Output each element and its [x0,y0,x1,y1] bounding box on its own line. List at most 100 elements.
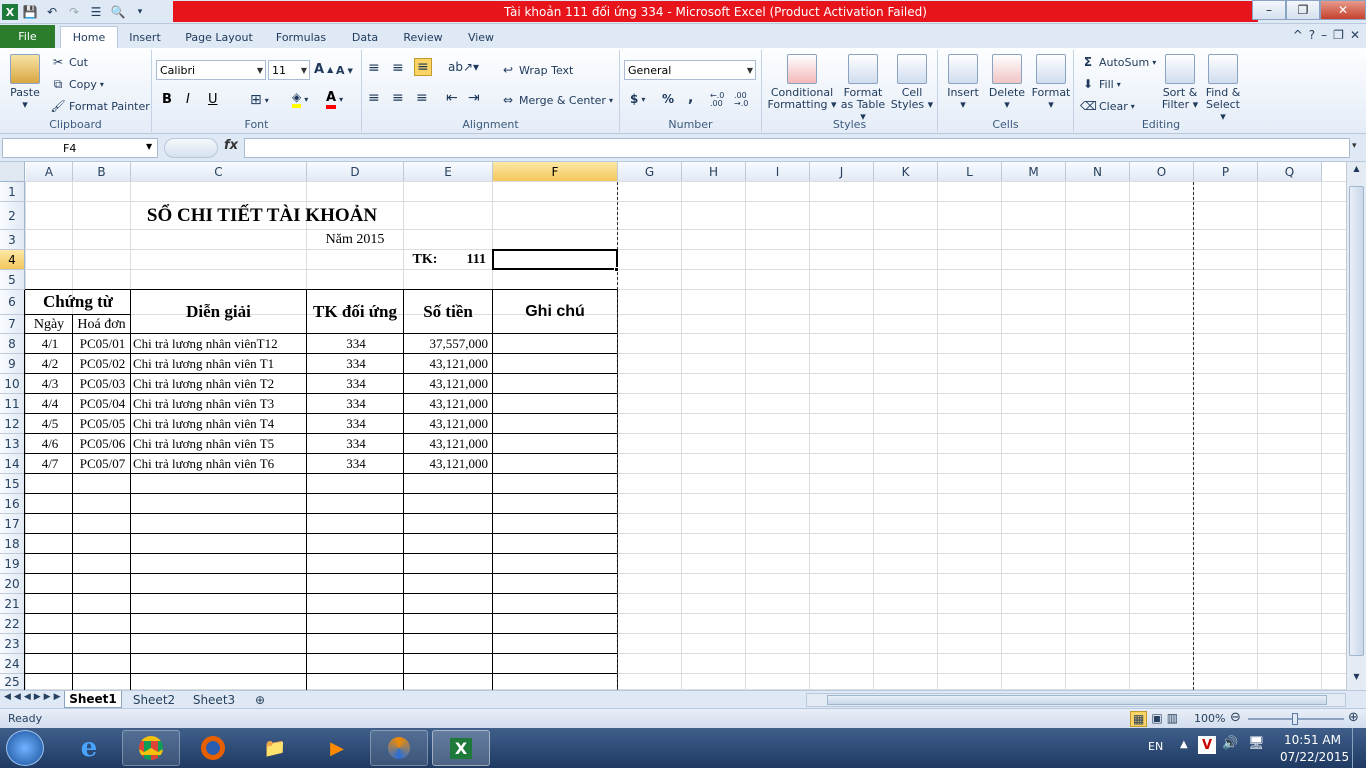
media-player-icon[interactable]: ▶ [308,730,366,766]
insert-button[interactable]: Insert ▾ [942,54,984,111]
grow-font-button[interactable]: A ▲ [314,62,333,77]
zoom-level[interactable]: 100% [1194,712,1225,725]
bold-button[interactable]: B [162,92,172,107]
horizontal-scrollbar[interactable] [806,693,1346,707]
font-name-combo[interactable]: Calibri ▼ [156,60,266,80]
volume-icon[interactable]: 🔊 [1222,736,1238,751]
table-cell-ngay[interactable]: 4/1 [28,334,72,354]
insert-function-icon[interactable]: fx [224,138,238,153]
tab-insert[interactable]: Insert [122,26,168,48]
header-chung-tu[interactable]: Chứng từ [26,290,130,314]
row-header[interactable]: 10 [0,374,25,394]
comma-button[interactable]: , [688,90,693,106]
align-center-icon[interactable]: ≡ [392,90,404,106]
header-tk-doi-ung[interactable]: TK đối ứng [307,290,403,334]
underline-button[interactable]: U [208,92,218,107]
table-cell-tk[interactable]: 334 [309,354,403,374]
column-header[interactable]: H [682,162,746,182]
row-header[interactable]: 20 [0,574,25,594]
row-header[interactable]: 23 [0,634,25,654]
table-cell-diengiai[interactable]: Chi trả lương nhân viên T1 [133,354,306,374]
table-cell-hoadon[interactable]: PC05/01 [75,334,130,354]
zoom-in-icon[interactable]: ⊕ [1348,710,1359,725]
show-desktop-button[interactable] [1352,728,1366,768]
row-header[interactable]: 14 [0,454,25,474]
chevron-down-icon[interactable]: ▼ [146,142,152,151]
column-header[interactable]: G [618,162,682,182]
column-header[interactable]: C [131,162,307,182]
table-cell-sotien[interactable]: 43,121,000 [406,394,489,414]
menu-lines-icon[interactable]: ☰ [86,2,106,22]
table-cell-ngay[interactable]: 4/2 [28,354,72,374]
table-cell-sotien[interactable]: 43,121,000 [406,434,489,454]
format-painter-button[interactable]: 🖌 Format Painter [50,98,149,114]
language-indicator[interactable]: EN [1148,740,1163,753]
copy-button[interactable]: ⧉ Copy ▾ [50,76,104,92]
row-header[interactable]: 25 [0,674,25,690]
row-header[interactable]: 19 [0,554,25,574]
cut-button[interactable]: ✂ Cut [50,54,88,70]
column-header[interactable]: J [810,162,874,182]
doc-close-icon[interactable]: ✕ [1350,28,1360,42]
formula-input[interactable] [244,138,1350,158]
internet-explorer-icon[interactable]: e [60,730,118,766]
clear-button[interactable]: ⌫ Clear ▾ [1080,98,1135,114]
increase-decimal-button[interactable]: ←.0 .00 [710,92,732,108]
column-header[interactable]: M [1002,162,1066,182]
decrease-decimal-button[interactable]: .00 →.0 [734,92,758,108]
table-cell-tk[interactable]: 334 [309,394,403,414]
tab-home[interactable]: Home [60,26,118,48]
format-button[interactable]: Format ▾ [1030,54,1072,111]
column-header[interactable]: Q [1258,162,1322,182]
row-header[interactable]: 17 [0,514,25,534]
row-header[interactable]: 9 [0,354,25,374]
header-ghi-chu[interactable]: Ghi chú [493,290,617,334]
column-header[interactable]: B [73,162,131,182]
percent-button[interactable]: % [662,92,674,106]
table-cell-diengiai[interactable]: Chi trả lương nhân viên T3 [133,394,306,414]
cell-styles-button[interactable]: Cell Styles ▾ [890,54,934,111]
table-cell-tk[interactable]: 334 [309,454,403,474]
name-box[interactable]: F4 [2,138,158,158]
close-icon[interactable]: ✕ [1320,0,1366,20]
column-header[interactable]: A [26,162,73,182]
scroll-up-icon[interactable]: ▲ [1349,164,1364,178]
decrease-indent-icon[interactable]: ⇤ [446,90,458,106]
page-break-view-icon[interactable]: ▥ [1167,711,1178,727]
table-cell-sotien[interactable]: 43,121,000 [406,354,489,374]
table-cell-hoadon[interactable]: PC05/05 [75,414,130,434]
vertical-scrollbar[interactable]: ▲ ▼ [1346,162,1366,690]
column-header[interactable]: L [938,162,1002,182]
header-hoa-don[interactable]: Hoá đơn [73,315,130,334]
autosum-button[interactable]: Σ AutoSum ▾ [1080,54,1156,70]
tab-data[interactable]: Data [342,26,388,48]
hscroll-thumb[interactable] [827,695,1327,705]
table-cell-diengiai[interactable]: Chi trả lương nhân viên T6 [133,454,306,474]
year-label[interactable]: Năm 2015 [307,230,403,250]
column-header[interactable]: E [404,162,493,182]
row-header[interactable]: 18 [0,534,25,554]
fill-color-button[interactable]: ◈ ▾ [292,90,308,108]
italic-button[interactable]: I [186,92,190,107]
currency-button[interactable]: $ ▾ [630,92,645,106]
sort-filter-button[interactable]: Sort & Filter ▾ [1160,54,1200,111]
tab-sheet3[interactable]: Sheet3 [186,691,242,708]
selected-cell[interactable] [492,249,618,270]
table-cell-diengiai[interactable]: Chi trả lương nhân viên T2 [133,374,306,394]
wrap-text-button[interactable]: ↩ Wrap Text [500,62,573,78]
font-color-button[interactable]: A ▾ [326,90,343,109]
table-cell-hoadon[interactable]: PC05/06 [75,434,130,454]
column-header[interactable]: I [746,162,810,182]
row-header[interactable]: 16 [0,494,25,514]
network-icon[interactable]: 🖥 [1248,736,1265,751]
table-cell-sotien[interactable]: 43,121,000 [406,374,489,394]
minimize-icon[interactable]: – [1252,0,1286,20]
redo-icon[interactable]: ↷ [64,2,84,22]
table-cell-hoadon[interactable]: PC05/02 [75,354,130,374]
row-header[interactable]: 6 [0,290,25,315]
customize-qat-icon[interactable]: ▾ [130,2,150,22]
row-header[interactable]: 4 [0,250,25,270]
fill-button[interactable]: ⬇ Fill ▾ [1080,76,1121,92]
spreadsheet-grid[interactable]: ABCDEFGHIJKLMNOPQ 1 2 3 4 5 6 7 8 9 10 11 12 13 14 15 1… [0,162,1346,690]
format-as-table-button[interactable]: Format as Table ▾ [838,54,888,123]
